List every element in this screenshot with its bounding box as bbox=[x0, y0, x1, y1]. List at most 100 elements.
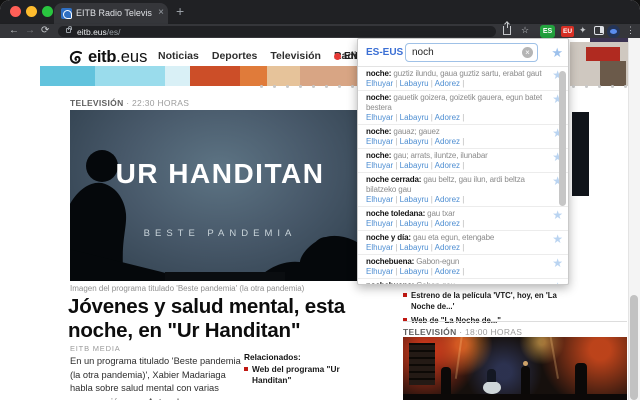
carousel-dot[interactable] bbox=[338, 85, 341, 88]
dictionary-link-adorez[interactable]: Adorez bbox=[435, 137, 460, 146]
sidebar-story-image[interactable] bbox=[403, 337, 627, 400]
entry-star-icon[interactable]: ★ bbox=[552, 281, 563, 284]
extensions-puzzle-icon[interactable]: ✦ bbox=[579, 25, 587, 36]
entry-star-icon[interactable]: ★ bbox=[552, 257, 563, 269]
extension-es-eus-icon[interactable]: ES bbox=[540, 24, 555, 38]
nav-deportes[interactable]: Deportes bbox=[212, 50, 258, 62]
reload-icon[interactable]: ⟳ bbox=[41, 25, 49, 37]
dictionary-link-elhuyar[interactable]: Elhuyar bbox=[366, 137, 393, 146]
new-tab-button[interactable]: + bbox=[176, 3, 184, 19]
carousel-dot[interactable] bbox=[273, 85, 276, 88]
dictionary-link-elhuyar[interactable]: Elhuyar bbox=[366, 161, 393, 170]
carousel-dot[interactable] bbox=[585, 85, 588, 88]
banner-segment bbox=[300, 66, 357, 86]
page-scrollbar-thumb[interactable] bbox=[630, 295, 638, 400]
dictionary-link-elhuyar[interactable]: Elhuyar bbox=[366, 195, 393, 204]
extension-eu-es-icon[interactable]: EU bbox=[561, 25, 574, 37]
entry-definition-continued: bilatzeko gau bbox=[366, 185, 412, 194]
carousel-dot[interactable] bbox=[598, 85, 601, 88]
dictionary-link-labayru[interactable]: Labayru bbox=[400, 137, 429, 146]
dictionary-link-adorez[interactable]: Adorez bbox=[435, 195, 460, 204]
carousel-dot[interactable] bbox=[260, 85, 263, 88]
divider bbox=[403, 321, 627, 322]
dictionary-link-elhuyar[interactable]: Elhuyar bbox=[366, 267, 393, 276]
entry-term: noche toledana: bbox=[366, 209, 426, 218]
dictionary-entry: nochebuena: Gabon-gau Elhuyar | Labayru … bbox=[358, 279, 568, 284]
clear-input-icon[interactable]: × bbox=[522, 47, 533, 58]
drum-graphic bbox=[483, 381, 501, 394]
nav-televisión[interactable]: Televisión bbox=[270, 50, 321, 62]
article-hero-image[interactable]: UR HANDITAN BESTE PANDEMIA bbox=[70, 110, 370, 281]
dictionary-link-adorez[interactable]: Adorez bbox=[435, 79, 460, 88]
dictionary-link-labayru[interactable]: Labayru bbox=[400, 243, 429, 252]
bookmark-star-icon[interactable]: ☆ bbox=[521, 25, 529, 36]
entry-term: noche: bbox=[366, 93, 392, 102]
carousel-dot[interactable] bbox=[624, 85, 627, 88]
dictionary-link-elhuyar[interactable]: Elhuyar bbox=[366, 243, 393, 252]
eitb-favicon-icon bbox=[61, 8, 72, 19]
dictionary-link-adorez[interactable]: Adorez bbox=[435, 219, 460, 228]
carousel-dot[interactable] bbox=[312, 85, 315, 88]
carousel-dot[interactable] bbox=[351, 85, 354, 88]
carousel-dot[interactable] bbox=[299, 85, 302, 88]
search-input[interactable] bbox=[405, 43, 538, 62]
banner-segment bbox=[190, 66, 240, 86]
dictionary-entry: noche toledana: gau txar Elhuyar | Labay… bbox=[358, 207, 568, 231]
dictionary-links: Elhuyar | Labayru | Adorez | bbox=[366, 79, 542, 90]
eitb-swirl-icon bbox=[69, 50, 82, 64]
dictionary-link-adorez[interactable]: Adorez bbox=[435, 161, 460, 170]
light-beam-graphic bbox=[549, 337, 559, 379]
link-separator: | bbox=[460, 219, 465, 228]
menu-kebab-icon[interactable]: ⋮ bbox=[626, 25, 635, 36]
dictionary-link-labayru[interactable]: Labayru bbox=[400, 161, 429, 170]
live-link[interactable]: EN bbox=[334, 51, 358, 62]
dictionary-link-adorez[interactable]: Adorez bbox=[435, 243, 460, 252]
dictionary-link-adorez[interactable]: Adorez bbox=[435, 113, 460, 122]
entry-star-icon[interactable]: ★ bbox=[552, 209, 563, 221]
dictionary-link-labayru[interactable]: Labayru bbox=[400, 79, 429, 88]
dictionary-link-elhuyar[interactable]: Elhuyar bbox=[366, 113, 393, 122]
related-link[interactable]: Web del programa "Ur Handitan" bbox=[244, 364, 374, 386]
live-dot-icon bbox=[334, 53, 341, 60]
banner-segment bbox=[95, 66, 165, 86]
musician-silhouette bbox=[575, 363, 587, 398]
dictionary-link-elhuyar[interactable]: Elhuyar bbox=[366, 79, 393, 88]
tab-close-icon[interactable]: × bbox=[158, 7, 164, 19]
side-panel-icon[interactable] bbox=[594, 26, 604, 35]
carousel-dot[interactable] bbox=[611, 85, 614, 88]
entry-star-icon[interactable]: ★ bbox=[552, 233, 563, 245]
live-label: EN bbox=[344, 51, 358, 62]
maximize-window-button[interactable] bbox=[42, 6, 53, 17]
entry-term: noche cerrada: bbox=[366, 175, 422, 184]
close-window-button[interactable] bbox=[10, 6, 21, 17]
share-icon[interactable] bbox=[503, 22, 511, 35]
favorite-star-icon[interactable]: ★ bbox=[551, 46, 563, 60]
entry-definition: Gabon-gau bbox=[416, 281, 455, 284]
dictionary-link-labayru[interactable]: Labayru bbox=[400, 113, 429, 122]
carousel-dot[interactable] bbox=[286, 85, 289, 88]
lock-icon bbox=[66, 26, 72, 33]
back-icon[interactable]: ← bbox=[9, 25, 19, 37]
carousel-dot[interactable] bbox=[325, 85, 328, 88]
related-link[interactable]: Estreno de la película 'VTC', hoy, en 'L… bbox=[403, 291, 563, 312]
dictionary-link-labayru[interactable]: Labayru bbox=[400, 267, 429, 276]
browser-tab[interactable]: EITB Radio Televisión Públic × bbox=[54, 3, 168, 24]
popup-scrollbar-thumb[interactable] bbox=[559, 71, 566, 206]
dictionary-link-adorez[interactable]: Adorez bbox=[435, 267, 460, 276]
eitb-logo[interactable]: eitb .eus bbox=[68, 48, 147, 67]
link-separator: | bbox=[460, 113, 465, 122]
page-url: eitb.eus/es/ bbox=[77, 26, 121, 37]
forward-icon[interactable]: → bbox=[25, 25, 35, 37]
dictionary-link-labayru[interactable]: Labayru bbox=[400, 219, 429, 228]
nav-noticias[interactable]: Noticias bbox=[158, 50, 199, 62]
article-headline[interactable]: Jóvenes y salud mental, esta noche, en "… bbox=[68, 295, 380, 343]
carousel-dot[interactable] bbox=[572, 85, 575, 88]
dictionary-link-labayru[interactable]: Labayru bbox=[400, 195, 429, 204]
banner-segment bbox=[165, 66, 190, 86]
address-bar[interactable]: eitb.eus/es/ bbox=[58, 25, 496, 37]
dictionary-link-elhuyar[interactable]: Elhuyar bbox=[366, 219, 393, 228]
bullet-square-icon bbox=[244, 366, 248, 371]
minimize-window-button[interactable] bbox=[26, 6, 37, 17]
profile-avatar[interactable] bbox=[607, 24, 620, 38]
article-byline: EITB MEDIA bbox=[70, 344, 121, 353]
